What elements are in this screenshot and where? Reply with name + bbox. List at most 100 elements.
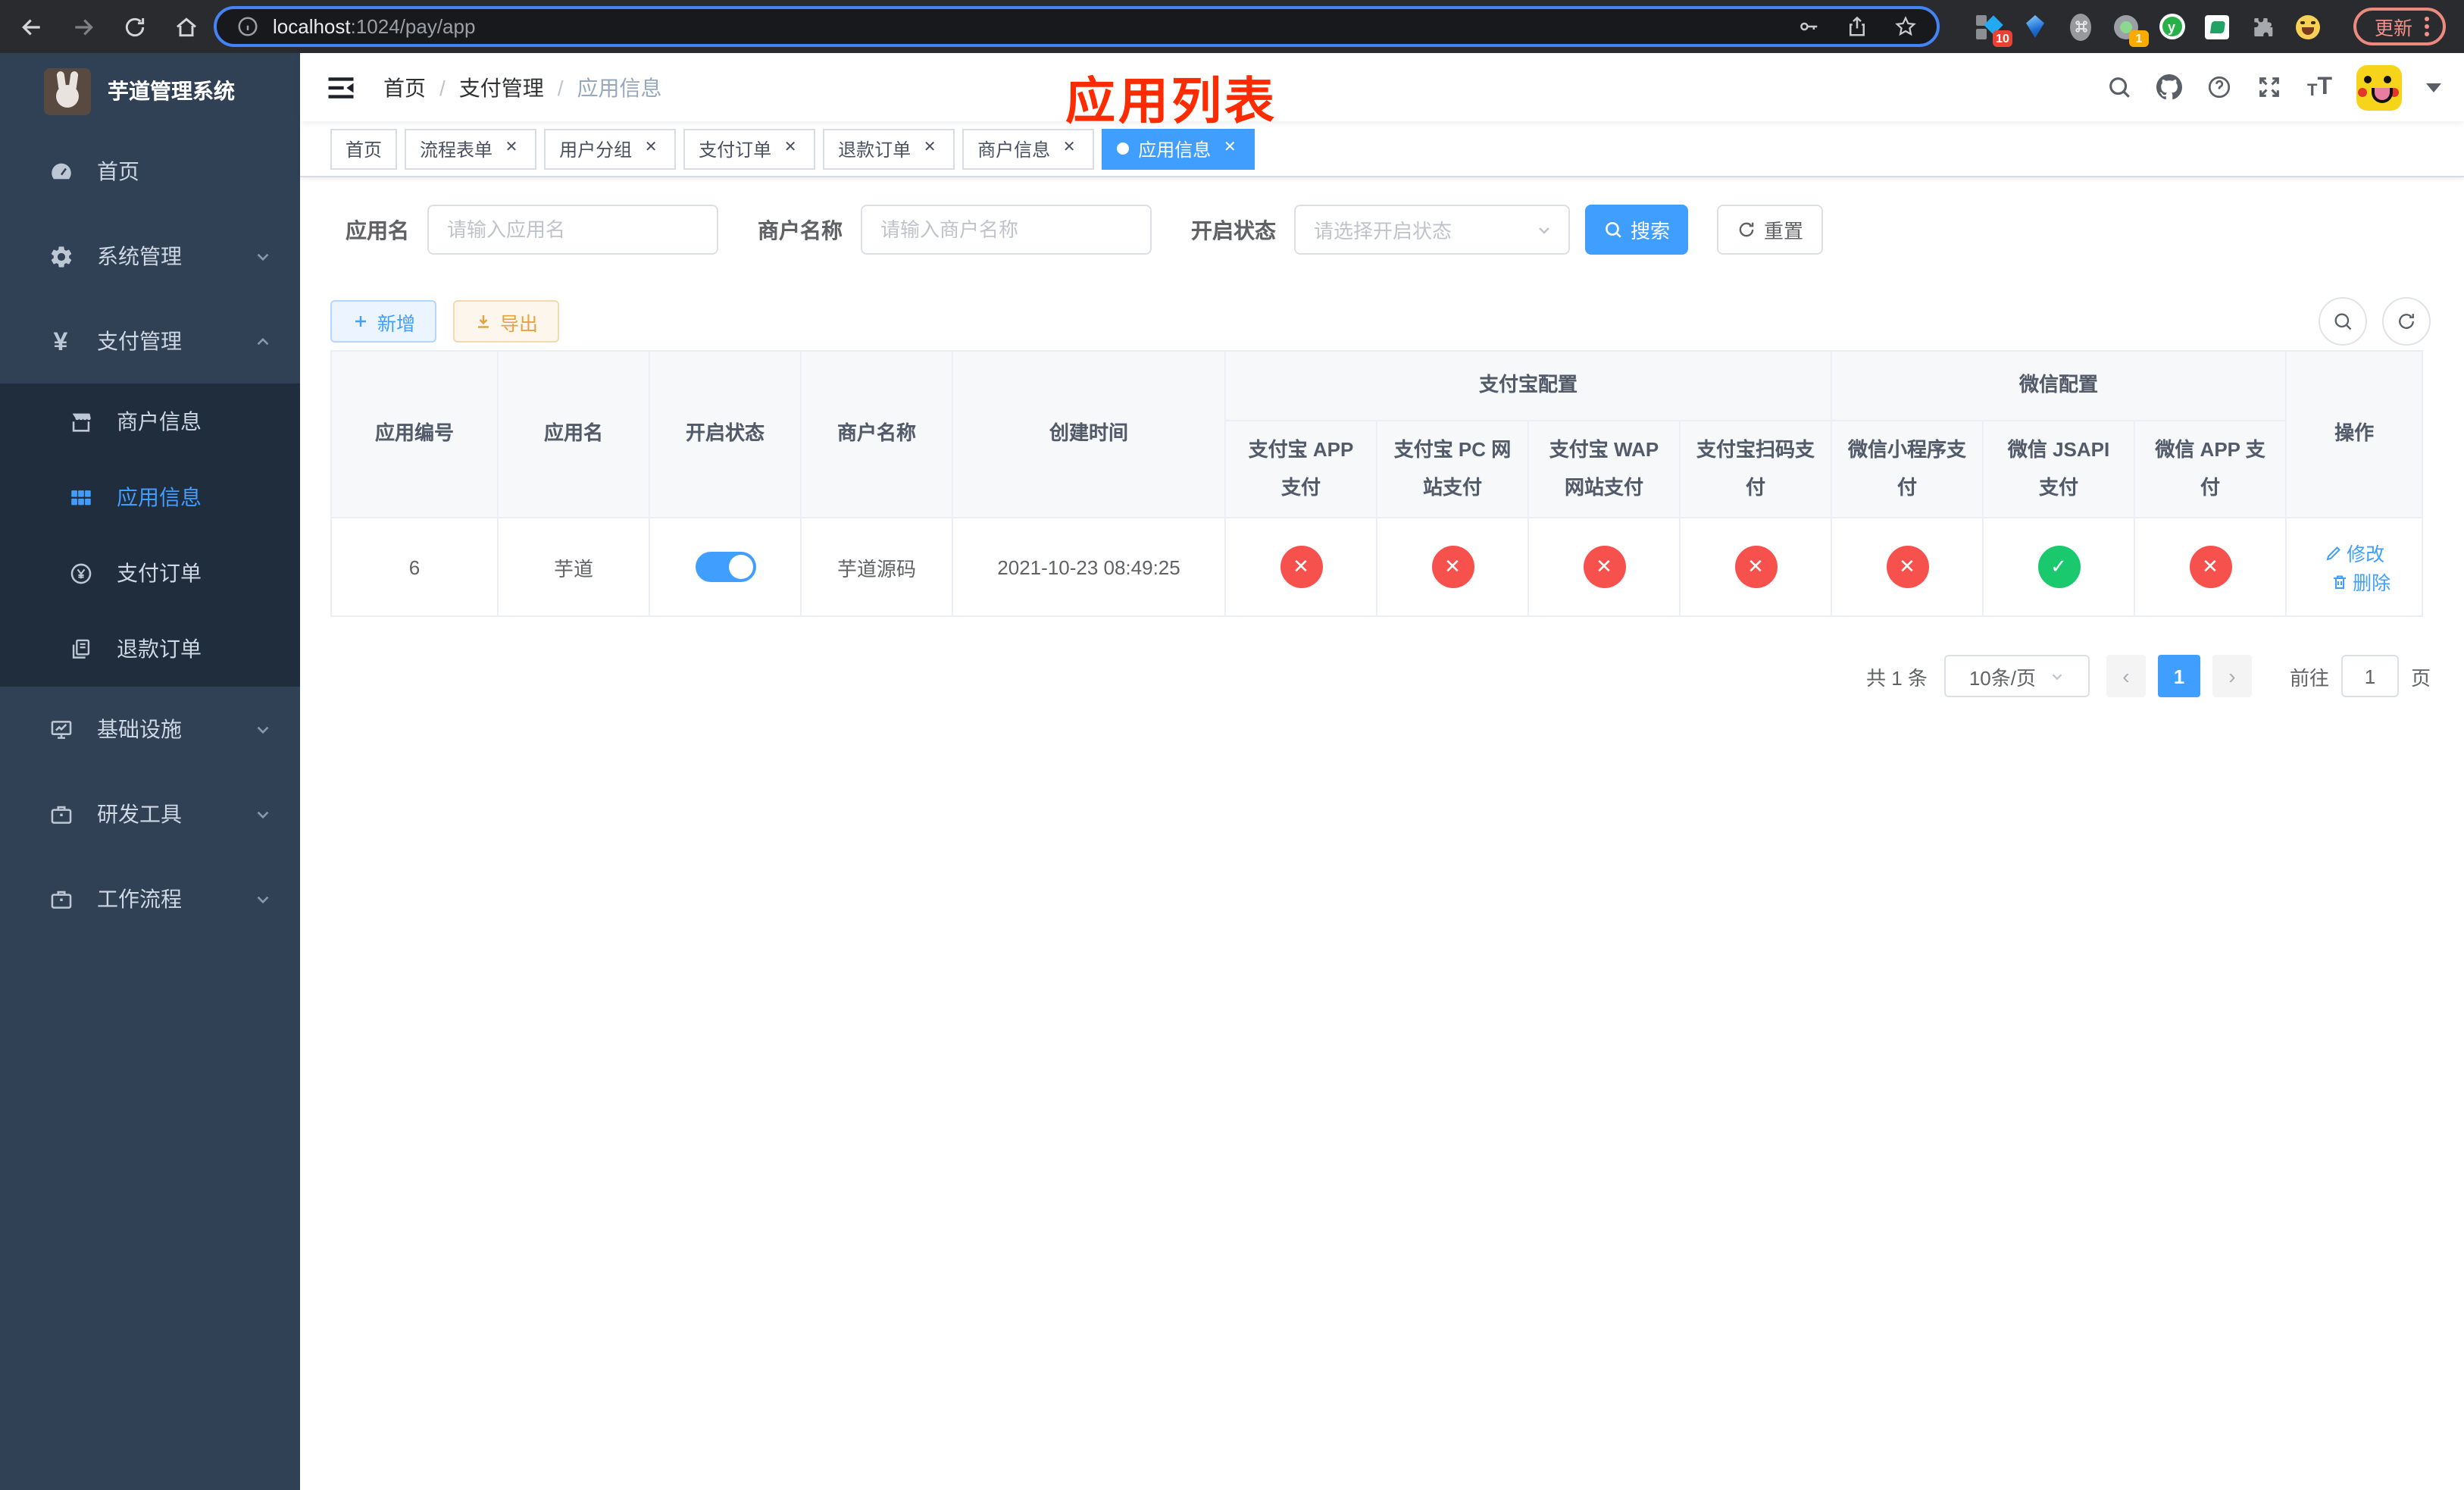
browser-reload-button[interactable] xyxy=(115,7,155,46)
red-annotation-title: 应用列表 xyxy=(1065,73,1277,129)
delete-link[interactable]: 删除 xyxy=(2330,567,2391,596)
browser-forward-button[interactable] xyxy=(64,7,103,46)
reset-button[interactable]: 重置 xyxy=(1717,205,1823,255)
sidebar-item-app-info[interactable]: 应用信息 xyxy=(0,459,300,535)
sidebar-item-label: 应用信息 xyxy=(117,485,202,509)
add-button[interactable]: 新增 xyxy=(330,300,437,343)
tags-view: 首页 流程表单 用户分组 支付订单 退款订单 商户信息 应用信息 xyxy=(300,121,2464,177)
tab-user-group[interactable]: 用户分组 xyxy=(544,128,677,169)
reset-button-label: 重置 xyxy=(1763,220,1803,243)
next-page-button[interactable] xyxy=(2212,655,2252,697)
refresh-icon xyxy=(1739,222,1754,237)
extensions-puzzle-icon[interactable] xyxy=(2249,13,2276,40)
extension-gem-icon[interactable] xyxy=(2022,13,2049,40)
breadcrumb-current: 应用信息 xyxy=(577,75,662,99)
avatar-caret-icon[interactable] xyxy=(2426,83,2441,92)
tab-home[interactable]: 首页 xyxy=(330,128,398,169)
refresh-icon xyxy=(2399,314,2414,329)
tab-close-icon[interactable] xyxy=(1220,139,1240,158)
sidebar-item-system[interactable]: 系统管理 xyxy=(0,214,300,299)
font-size-icon[interactable]: TT xyxy=(2307,74,2332,99)
export-button[interactable]: 导出 xyxy=(453,300,560,343)
browser-update-button[interactable]: 更新 xyxy=(2353,8,2446,45)
refresh-table-button[interactable] xyxy=(2382,297,2431,346)
status-alipay-wap-disabled-icon xyxy=(1583,546,1625,588)
sidebar-item-workflow[interactable]: 工作流程 xyxy=(0,856,300,941)
col-alipay-app: 支付宝 APP 支付 xyxy=(1224,420,1377,518)
extension-emoji-icon[interactable] xyxy=(2294,13,2322,40)
tab-close-icon[interactable] xyxy=(502,139,521,158)
app-name-input[interactable] xyxy=(427,205,718,255)
breadcrumb-home[interactable]: 首页 xyxy=(383,72,426,102)
sidebar-item-refund-orders[interactable]: 退款订单 xyxy=(0,611,300,687)
tab-refund-orders[interactable]: 退款订单 xyxy=(823,128,955,169)
tab-app-info[interactable]: 应用信息 xyxy=(1102,128,1255,169)
tab-close-icon[interactable] xyxy=(920,139,940,158)
chevron-down-icon xyxy=(2051,673,2062,680)
breadcrumb-separator: / xyxy=(439,75,446,99)
tab-payment-orders[interactable]: 支付订单 xyxy=(683,128,816,169)
sidebar-collapse-button[interactable] xyxy=(324,70,358,104)
share-icon[interactable] xyxy=(1846,15,1868,38)
url-host: localhost xyxy=(273,15,351,38)
page-size-select[interactable]: 10条/页 xyxy=(1943,655,2090,697)
browser-home-button[interactable] xyxy=(167,7,206,46)
tab-label: 应用信息 xyxy=(1138,139,1212,160)
status-toggle[interactable] xyxy=(695,552,755,582)
tab-close-icon[interactable] xyxy=(1059,139,1079,158)
screen: localhost:1024/pay/app 10 1 y 更新 芋道管理系统… xyxy=(0,0,2464,1490)
url-bar[interactable]: localhost:1024/pay/app xyxy=(214,6,1940,47)
extension-command-icon[interactable] xyxy=(2067,13,2094,40)
pagination-total: 共 1 条 xyxy=(1866,666,1928,689)
grid-icon xyxy=(67,484,94,511)
tab-label: 退款订单 xyxy=(838,139,911,160)
bookmark-star-icon[interactable] xyxy=(1894,15,1917,38)
goto-page-input[interactable] xyxy=(2340,655,2399,697)
password-key-icon[interactable] xyxy=(1797,15,1820,38)
document-copy-icon xyxy=(67,635,94,662)
url-path: :1024/pay/app xyxy=(350,15,476,38)
sidebar-item-payment[interactable]: ¥ 支付管理 xyxy=(0,299,300,383)
goto-suffix: 页 xyxy=(2410,666,2431,689)
app-table: 应用编号 应用名 开启状态 商户名称 创建时间 支付宝配置 微信配置 操作 支付… xyxy=(330,350,2424,617)
storefront-icon xyxy=(67,408,94,435)
navbar-actions: TT xyxy=(2107,64,2464,110)
help-icon[interactable] xyxy=(2207,74,2233,100)
search-button-label: 搜索 xyxy=(1630,220,1670,243)
search-icon[interactable] xyxy=(2107,74,2133,100)
tab-process-form[interactable]: 流程表单 xyxy=(405,128,537,169)
fullscreen-icon[interactable] xyxy=(2257,74,2283,100)
sidebar-item-infrastructure[interactable]: 基础设施 xyxy=(0,687,300,772)
cell-created-at: 2021-10-23 08:49:25 xyxy=(952,517,1226,617)
sidebar-item-payment-orders[interactable]: 支付订单 xyxy=(0,535,300,611)
breadcrumb-payment[interactable]: 支付管理 xyxy=(459,72,544,102)
extension-gray-dot-icon[interactable]: 1 xyxy=(2112,13,2149,46)
tab-close-icon[interactable] xyxy=(641,139,661,158)
tab-merchant-info[interactable]: 商户信息 xyxy=(962,128,1095,169)
y-letter: y xyxy=(2162,17,2181,36)
status-select[interactable]: 请选择开启状态 xyxy=(1294,205,1570,255)
sidebar-item-merchant-info[interactable]: 商户信息 xyxy=(0,383,300,459)
delete-label: 删除 xyxy=(2353,573,2391,594)
extension-yudao-icon[interactable]: y xyxy=(2158,13,2185,40)
edit-link[interactable]: 修改 xyxy=(2324,538,2384,567)
tab-close-icon[interactable] xyxy=(780,139,800,158)
github-icon[interactable] xyxy=(2156,74,2183,100)
extension-badge-1: 1 xyxy=(2129,30,2149,46)
page-1-button[interactable]: 1 xyxy=(2157,655,2200,697)
avatar[interactable] xyxy=(2356,64,2402,110)
extension-chat-icon[interactable] xyxy=(2203,13,2231,40)
browser-menu-dots-icon[interactable] xyxy=(2425,24,2429,29)
cell-merchant: 芋道源码 xyxy=(800,517,953,617)
site-info-icon[interactable] xyxy=(236,15,259,38)
merchant-name-input[interactable] xyxy=(861,205,1152,255)
chevron-up-icon xyxy=(253,331,273,351)
main-area: 首页 / 支付管理 / 应用信息 应用列表 TT 首页 流程表单 ✕ 用户分组 … xyxy=(300,53,2464,1490)
prev-page-button[interactable] xyxy=(2106,655,2146,697)
extension-blue-diamond-icon[interactable]: 10 xyxy=(1976,13,2012,46)
toggle-search-button[interactable] xyxy=(2319,297,2367,346)
search-button[interactable]: 搜索 xyxy=(1585,205,1688,255)
sidebar-item-dev-tools[interactable]: 研发工具 xyxy=(0,772,300,856)
browser-back-button[interactable] xyxy=(12,7,52,46)
sidebar-item-home[interactable]: 首页 xyxy=(0,129,300,214)
